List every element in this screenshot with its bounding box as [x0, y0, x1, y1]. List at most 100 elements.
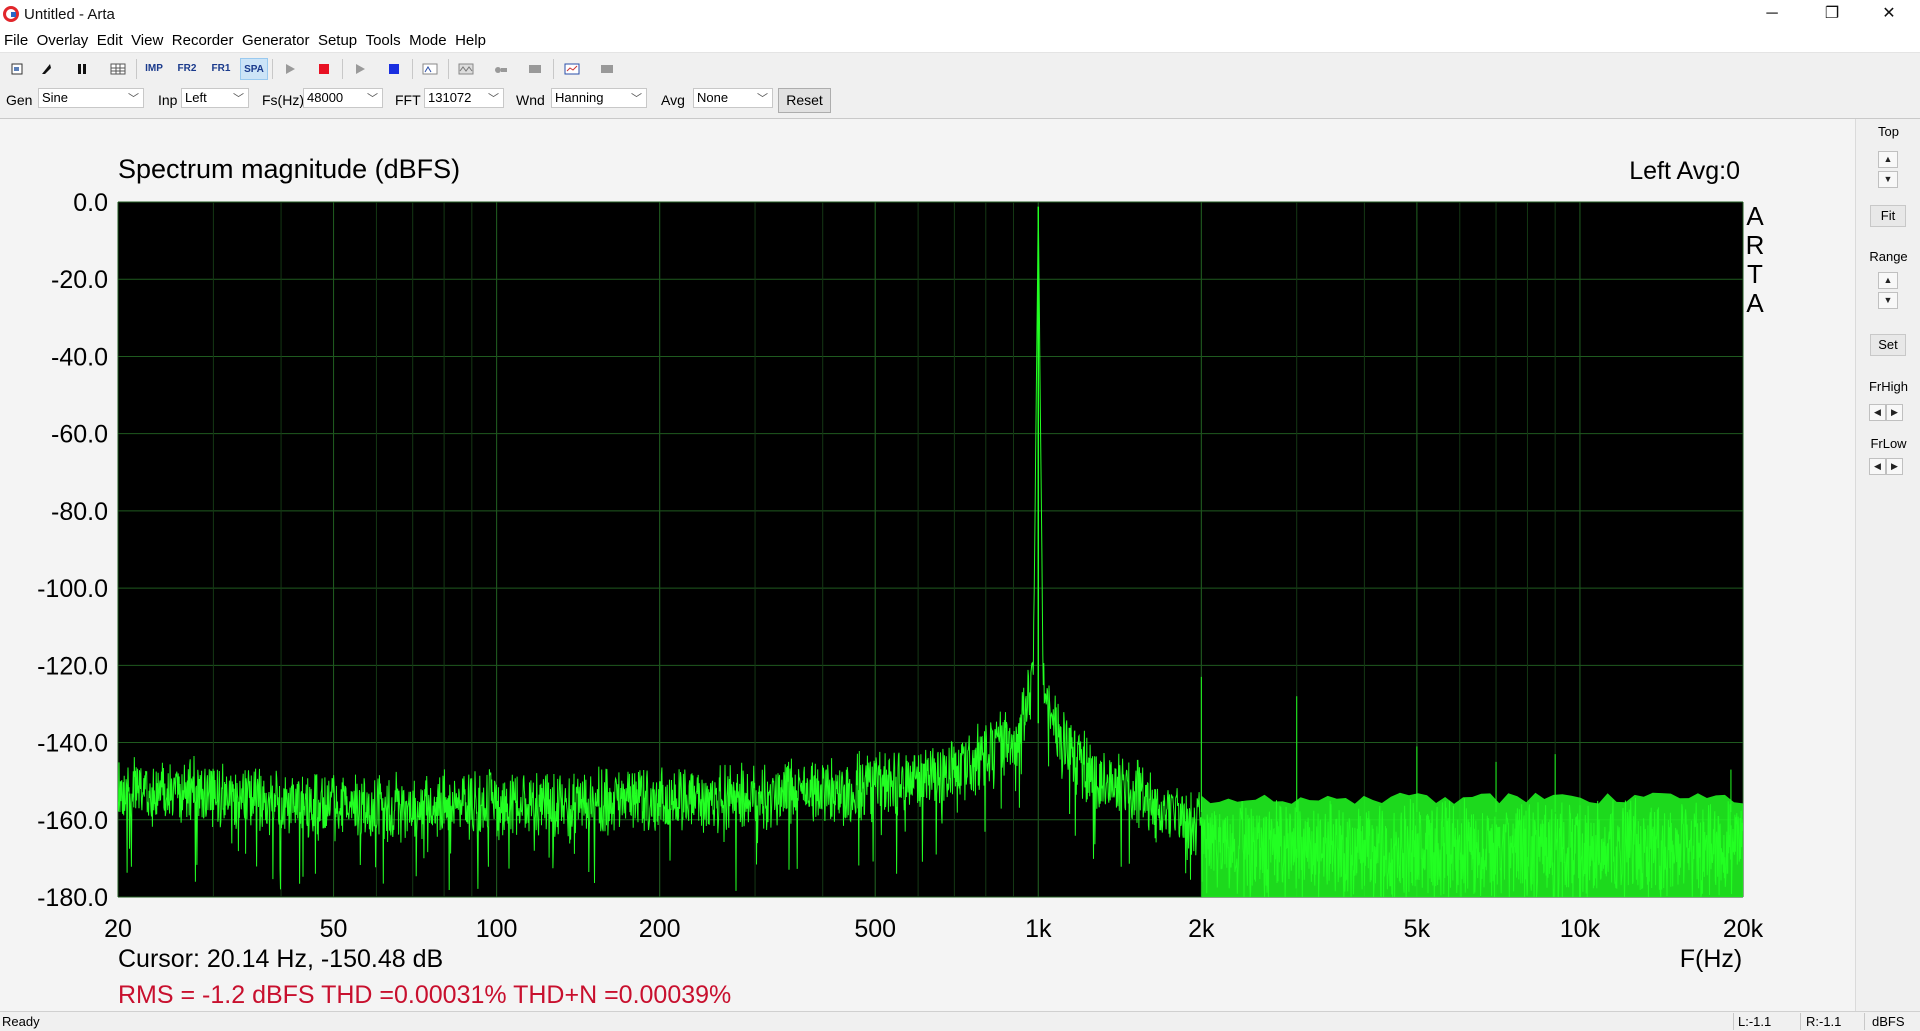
toolbar-separator [553, 59, 554, 79]
frhigh-right-button[interactable]: ▶ [1886, 404, 1903, 421]
frlow-right-button[interactable]: ▶ [1886, 458, 1903, 475]
status-separator [1733, 1013, 1734, 1030]
arta-watermark-letter: A [1746, 288, 1764, 318]
chevron-down-icon: ﹀ [631, 93, 642, 105]
menu-setup[interactable]: Setup [314, 30, 360, 49]
grey-panel-icon[interactable] [593, 58, 621, 80]
menu-overlay[interactable]: Overlay [33, 30, 92, 49]
frhigh-left-button[interactable]: ◀ [1869, 404, 1886, 421]
status-separator [1800, 1013, 1801, 1030]
fit-button[interactable]: Fit [1870, 205, 1906, 227]
menu-edit[interactable]: Edit [93, 30, 126, 49]
frlow-left-button[interactable]: ◀ [1869, 458, 1886, 475]
close-button[interactable]: ✕ [1866, 0, 1912, 30]
right-control-panel: Top ▲ ▼ Fit Range ▲ ▼ Set FrHigh ◀ ▶ FrL… [1855, 119, 1920, 1011]
range-up-button[interactable]: ▲ [1878, 272, 1898, 289]
scope-icon[interactable] [487, 58, 515, 80]
toolbar-separator [272, 59, 273, 79]
play-gen-icon[interactable] [346, 58, 374, 80]
y-tick-label: -80.0 [51, 498, 108, 526]
fr2-mode-button[interactable]: FR2 [173, 58, 201, 80]
toolbar: IMP FR2 FR1 SPA [0, 52, 1920, 85]
x-tick-label: 20 [104, 915, 132, 943]
status-separator [1864, 1013, 1865, 1030]
y-tick-label: -100.0 [37, 575, 108, 603]
spectrum-chart[interactable]: 0.0 -20.0 -40.0 -60.0 -80.0 -100.0 -120.0 -140.… [0, 119, 1855, 1011]
range-down-button[interactable]: ▼ [1878, 292, 1898, 309]
chart-title: Spectrum magnitude (dBFS) [118, 154, 460, 184]
status-ready: Ready [2, 1014, 40, 1029]
spa-mode-button[interactable]: SPA [240, 58, 268, 80]
fs-select[interactable]: 48000 ﹀ [303, 88, 383, 108]
set-button[interactable]: Set [1870, 334, 1906, 356]
menu-generator[interactable]: Generator [238, 30, 313, 49]
arta-watermark-letter: A [1746, 201, 1764, 231]
restore-button[interactable]: ❐ [1809, 0, 1855, 30]
controls-bar: Gen Sine ﹀ Inp Left ﹀ Fs(Hz) 48000 ﹀ FFT 13… [0, 84, 1920, 119]
status-right-level: R:-1.1 [1806, 1014, 1842, 1029]
menu-file[interactable]: File [0, 30, 31, 49]
menu-help[interactable]: Help [451, 30, 489, 49]
wnd-value: Hanning [555, 90, 604, 105]
menu-tools[interactable]: Tools [362, 30, 404, 49]
x-tick-label: 200 [639, 915, 681, 943]
fr1-mode-button[interactable]: FR1 [207, 58, 235, 80]
chart-window-icon[interactable] [558, 58, 586, 80]
stop-gen-icon[interactable] [380, 58, 408, 80]
arta-watermark-letter: R [1746, 230, 1765, 260]
toolbar-separator [342, 59, 343, 79]
status-unit: dBFS [1872, 1014, 1905, 1029]
y-tick-label: -160.0 [37, 807, 108, 835]
record-stop-icon[interactable] [310, 58, 338, 80]
x-tick-label: 2k [1188, 915, 1215, 943]
gen-value: Sine [42, 90, 69, 105]
avg-select[interactable]: None ﹀ [693, 88, 773, 108]
waveform-icon[interactable] [452, 58, 480, 80]
fs-value: 48000 [307, 90, 344, 105]
y-tick-label: -20.0 [51, 266, 108, 294]
gen-select[interactable]: Sine ﹀ [38, 88, 144, 108]
menu-mode[interactable]: Mode [405, 30, 450, 49]
abc-icon[interactable] [416, 58, 444, 80]
top-down-button[interactable]: ▼ [1878, 171, 1898, 188]
imp-mode-button[interactable]: IMP [140, 58, 168, 80]
table-icon[interactable] [104, 58, 132, 80]
menu-bar: File Overlay Edit View Recorder Generato… [0, 30, 1920, 52]
toolbar-separator [448, 59, 449, 79]
window-title: Untitled - Arta [24, 6, 115, 23]
x-tick-label: 10k [1560, 915, 1601, 943]
fs-label: Fs(Hz) [262, 92, 304, 108]
channel-info: Left Avg:0 [1629, 157, 1740, 185]
inp-select[interactable]: Left ﹀ [181, 88, 249, 108]
open-icon[interactable] [32, 58, 60, 80]
fft-value: 131072 [428, 90, 472, 105]
new-file-icon[interactable] [3, 58, 31, 80]
wnd-select[interactable]: Hanning ﹀ [551, 88, 647, 108]
avg-label: Avg [661, 92, 685, 108]
pause-icon[interactable] [68, 58, 96, 80]
play-icon[interactable] [276, 58, 304, 80]
minimize-button[interactable]: ─ [1749, 0, 1795, 30]
x-tick-label: 50 [320, 915, 348, 943]
x-tick-label: 100 [476, 915, 518, 943]
x-axis-label: F(Hz) [1680, 945, 1742, 973]
menu-view[interactable]: View [127, 30, 166, 49]
toolbar-separator [412, 59, 413, 79]
top-up-button[interactable]: ▲ [1878, 151, 1898, 168]
menu-recorder[interactable]: Recorder [168, 30, 237, 49]
fft-label: FFT [395, 92, 421, 108]
fft-select[interactable]: 131072 ﹀ [424, 88, 504, 108]
grey-box-icon[interactable] [521, 58, 549, 80]
x-tick-label: 500 [854, 915, 896, 943]
reset-button[interactable]: Reset [778, 88, 831, 113]
arta-app-icon [3, 6, 19, 22]
chevron-down-icon: ﹀ [757, 93, 768, 105]
chevron-down-icon: ﹀ [367, 93, 378, 105]
status-bar: Ready L:-1.1 R:-1.1 dBFS [0, 1011, 1920, 1031]
chevron-down-icon: ﹀ [488, 93, 499, 105]
y-tick-label: 0.0 [73, 189, 108, 217]
top-label: Top [1878, 124, 1899, 139]
frhigh-label: FrHigh [1868, 379, 1908, 394]
frlow-label: FrLow [1870, 436, 1907, 451]
inp-value: Left [185, 90, 207, 105]
